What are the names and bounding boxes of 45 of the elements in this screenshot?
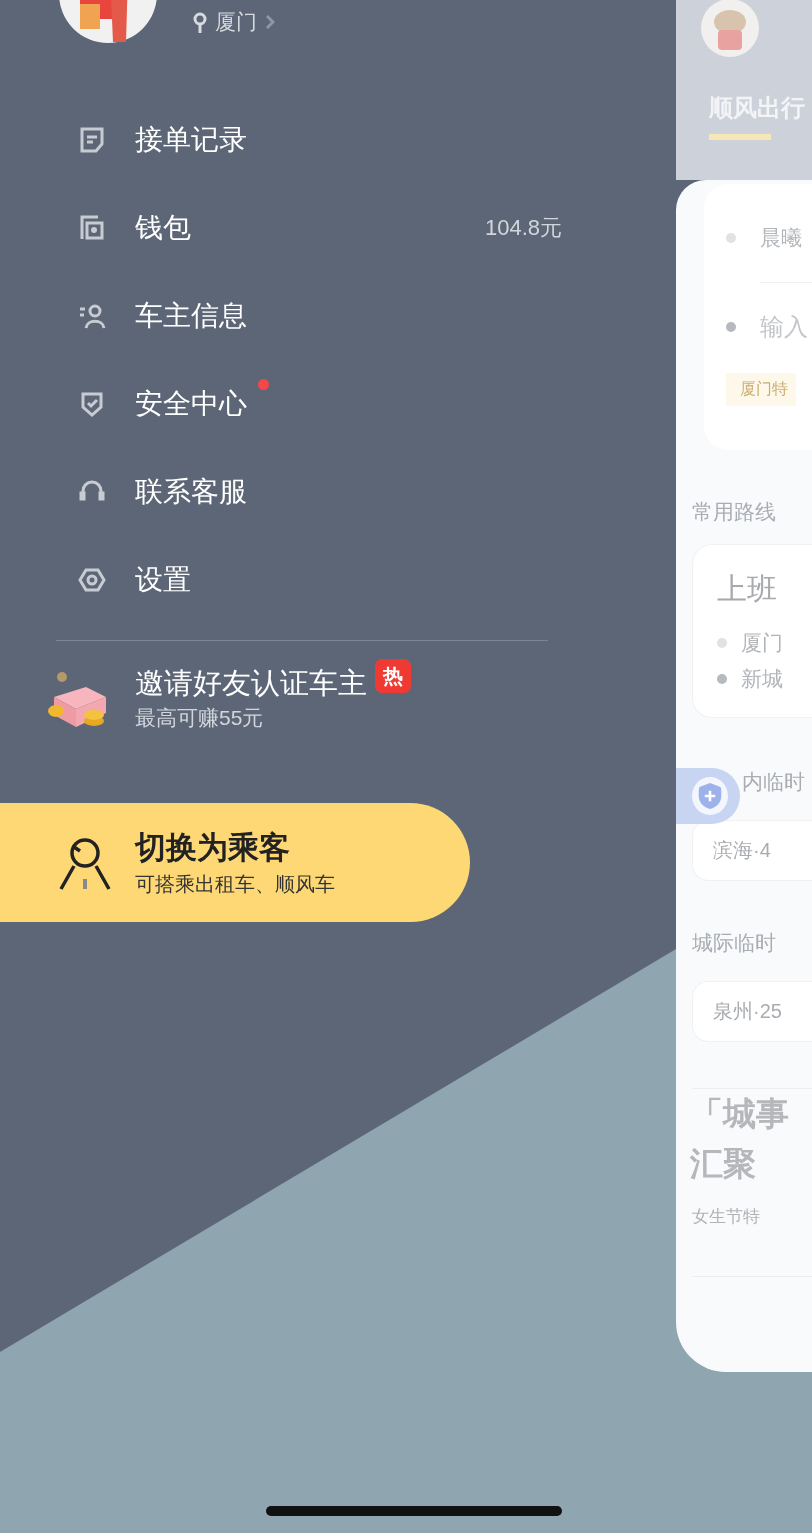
destination-field[interactable]: 输入 xyxy=(760,313,812,341)
route-origin: 厦门 xyxy=(741,630,783,656)
hot-badge: 热 xyxy=(375,659,411,693)
wallet-icon xyxy=(78,214,106,242)
start-location: 晨曦 xyxy=(760,225,802,251)
route-name: 上班 xyxy=(717,571,778,607)
list-icon xyxy=(78,126,106,154)
article-title: 「城事 xyxy=(690,1094,790,1134)
switch-role-subtitle: 可搭乘出租车、顺风车 xyxy=(135,871,335,897)
destination-dot xyxy=(717,674,727,684)
menu-item[interactable]: 车主信息 xyxy=(0,272,676,360)
menu-label: 接单记录 xyxy=(135,123,247,157)
avatar xyxy=(700,0,760,58)
switch-role-button[interactable]: 切换为乘客 可搭乘出租车、顺风车 xyxy=(0,803,470,922)
section-title: 常用路线 xyxy=(692,499,777,525)
shield-plus-icon xyxy=(692,777,728,815)
menu-item[interactable]: 设置 xyxy=(0,536,676,624)
menu-label: 安全中心 xyxy=(135,385,247,423)
invite-title: 邀请好友认证车主 xyxy=(135,666,367,701)
invite-banner[interactable]: 邀请好友认证车主 最高可赚55元 热 xyxy=(0,659,676,733)
city-link[interactable]: 厦门 xyxy=(215,8,257,36)
origin-dot xyxy=(717,638,727,648)
menu-item[interactable]: 接单记录 xyxy=(0,96,676,184)
location-pin-icon xyxy=(193,12,207,34)
origin-dot xyxy=(726,233,736,243)
destination-dot xyxy=(726,322,736,332)
menu-label: 联系客服 xyxy=(135,475,247,509)
switch-role-title: 切换为乘客 xyxy=(135,828,291,867)
menu-item[interactable]: 联系客服 xyxy=(0,448,676,536)
menu-item[interactable]: 安全中心 xyxy=(0,360,676,448)
invite-subtitle: 最高可赚55元 xyxy=(135,705,265,731)
hexagon-icon xyxy=(78,566,106,594)
section-title: 城际临时 xyxy=(692,930,777,956)
menu-label: 车主信息 xyxy=(135,299,247,333)
article-subtitle: 女生节特 xyxy=(692,1206,761,1228)
article-title: 汇聚 xyxy=(690,1144,757,1184)
menu-item[interactable]: 钱包 104.8元 xyxy=(0,184,676,272)
wallet-balance: 104.8元 xyxy=(484,214,562,242)
promo-tag: 厦门特 xyxy=(726,373,796,406)
menu-label: 钱包 xyxy=(135,211,191,245)
menu-label: 设置 xyxy=(135,563,191,597)
route-destination: 新城 xyxy=(741,666,783,692)
section-title: 内临时 xyxy=(742,769,806,795)
chevron-right-icon xyxy=(265,14,275,30)
person-icon xyxy=(78,302,106,330)
